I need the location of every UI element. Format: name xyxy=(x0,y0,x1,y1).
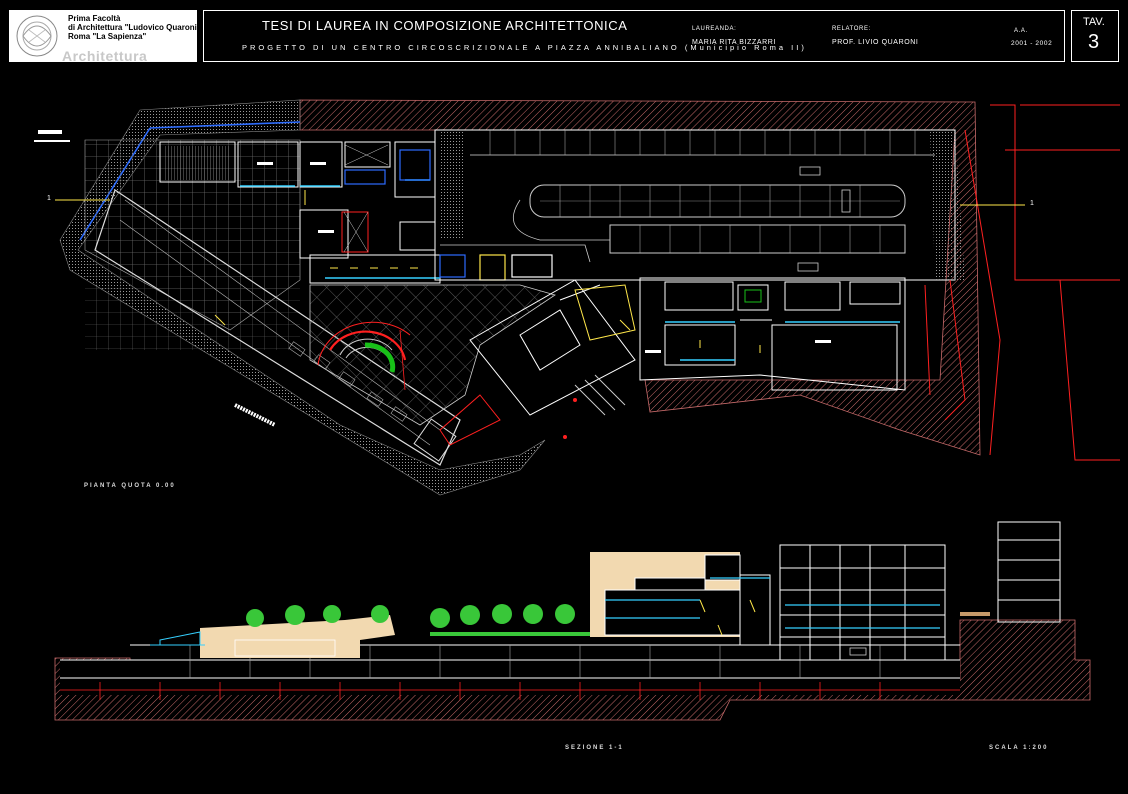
floor-plan xyxy=(34,99,1120,496)
thesis-title: TESI DI LAUREA IN COMPOSIZIONE ARCHITETT… xyxy=(262,18,628,33)
central-pavilion xyxy=(469,279,636,416)
section-marker-east: 1 xyxy=(1030,200,1034,207)
section-ground-hatch xyxy=(54,619,1091,721)
section-trees xyxy=(246,604,575,628)
sheet-label: TAV. xyxy=(1083,16,1105,28)
laureanda-name: MARIA RITA BIZZARRI xyxy=(692,39,777,46)
site-boundary-lines xyxy=(924,104,1120,461)
section-label: SEZIONE 1-1 xyxy=(565,745,624,751)
north-rooms xyxy=(159,141,441,284)
scale-label: SCALA 1:200 xyxy=(989,745,1049,751)
parking-garage xyxy=(434,129,965,281)
relatore-name: PROF. LIVIO QUARONI xyxy=(832,39,919,46)
plan-perimeter-hatch xyxy=(299,99,981,456)
section-mid-building xyxy=(590,552,740,637)
cross-section xyxy=(54,521,1091,721)
section-east-building xyxy=(779,521,1061,661)
laureanda-label: LAUREANDA: xyxy=(692,26,737,32)
drawing-canvas xyxy=(34,99,1120,721)
architettura-logo-word: Architettura xyxy=(62,48,148,64)
plan-label: PIANTA QUOTA 0.00 xyxy=(84,483,176,489)
central-plaza xyxy=(309,284,556,426)
faculty-seal-icon xyxy=(16,15,58,57)
academic-year-label: A.A. xyxy=(1014,28,1028,34)
faculty-line: Prima Facoltà xyxy=(68,14,121,23)
academic-year: 2001 - 2002 xyxy=(1011,40,1053,47)
plan-dotted-boundary xyxy=(59,99,546,496)
section-west-building xyxy=(200,615,395,658)
east-block xyxy=(639,277,906,391)
faculty-line: Roma "La Sapienza" xyxy=(68,32,147,41)
sheet-number: 3 xyxy=(1088,31,1100,53)
west-diagonal-wing xyxy=(94,189,461,466)
faculty-name: Prima Facoltà di Architettura "Ludovico … xyxy=(68,14,201,41)
amphitheater xyxy=(317,321,411,391)
section-marker-west: 1 xyxy=(47,195,51,202)
relatore-label: RELATORE: xyxy=(832,26,871,32)
faculty-line: di Architettura "Ludovico Quaroni" xyxy=(68,23,201,32)
